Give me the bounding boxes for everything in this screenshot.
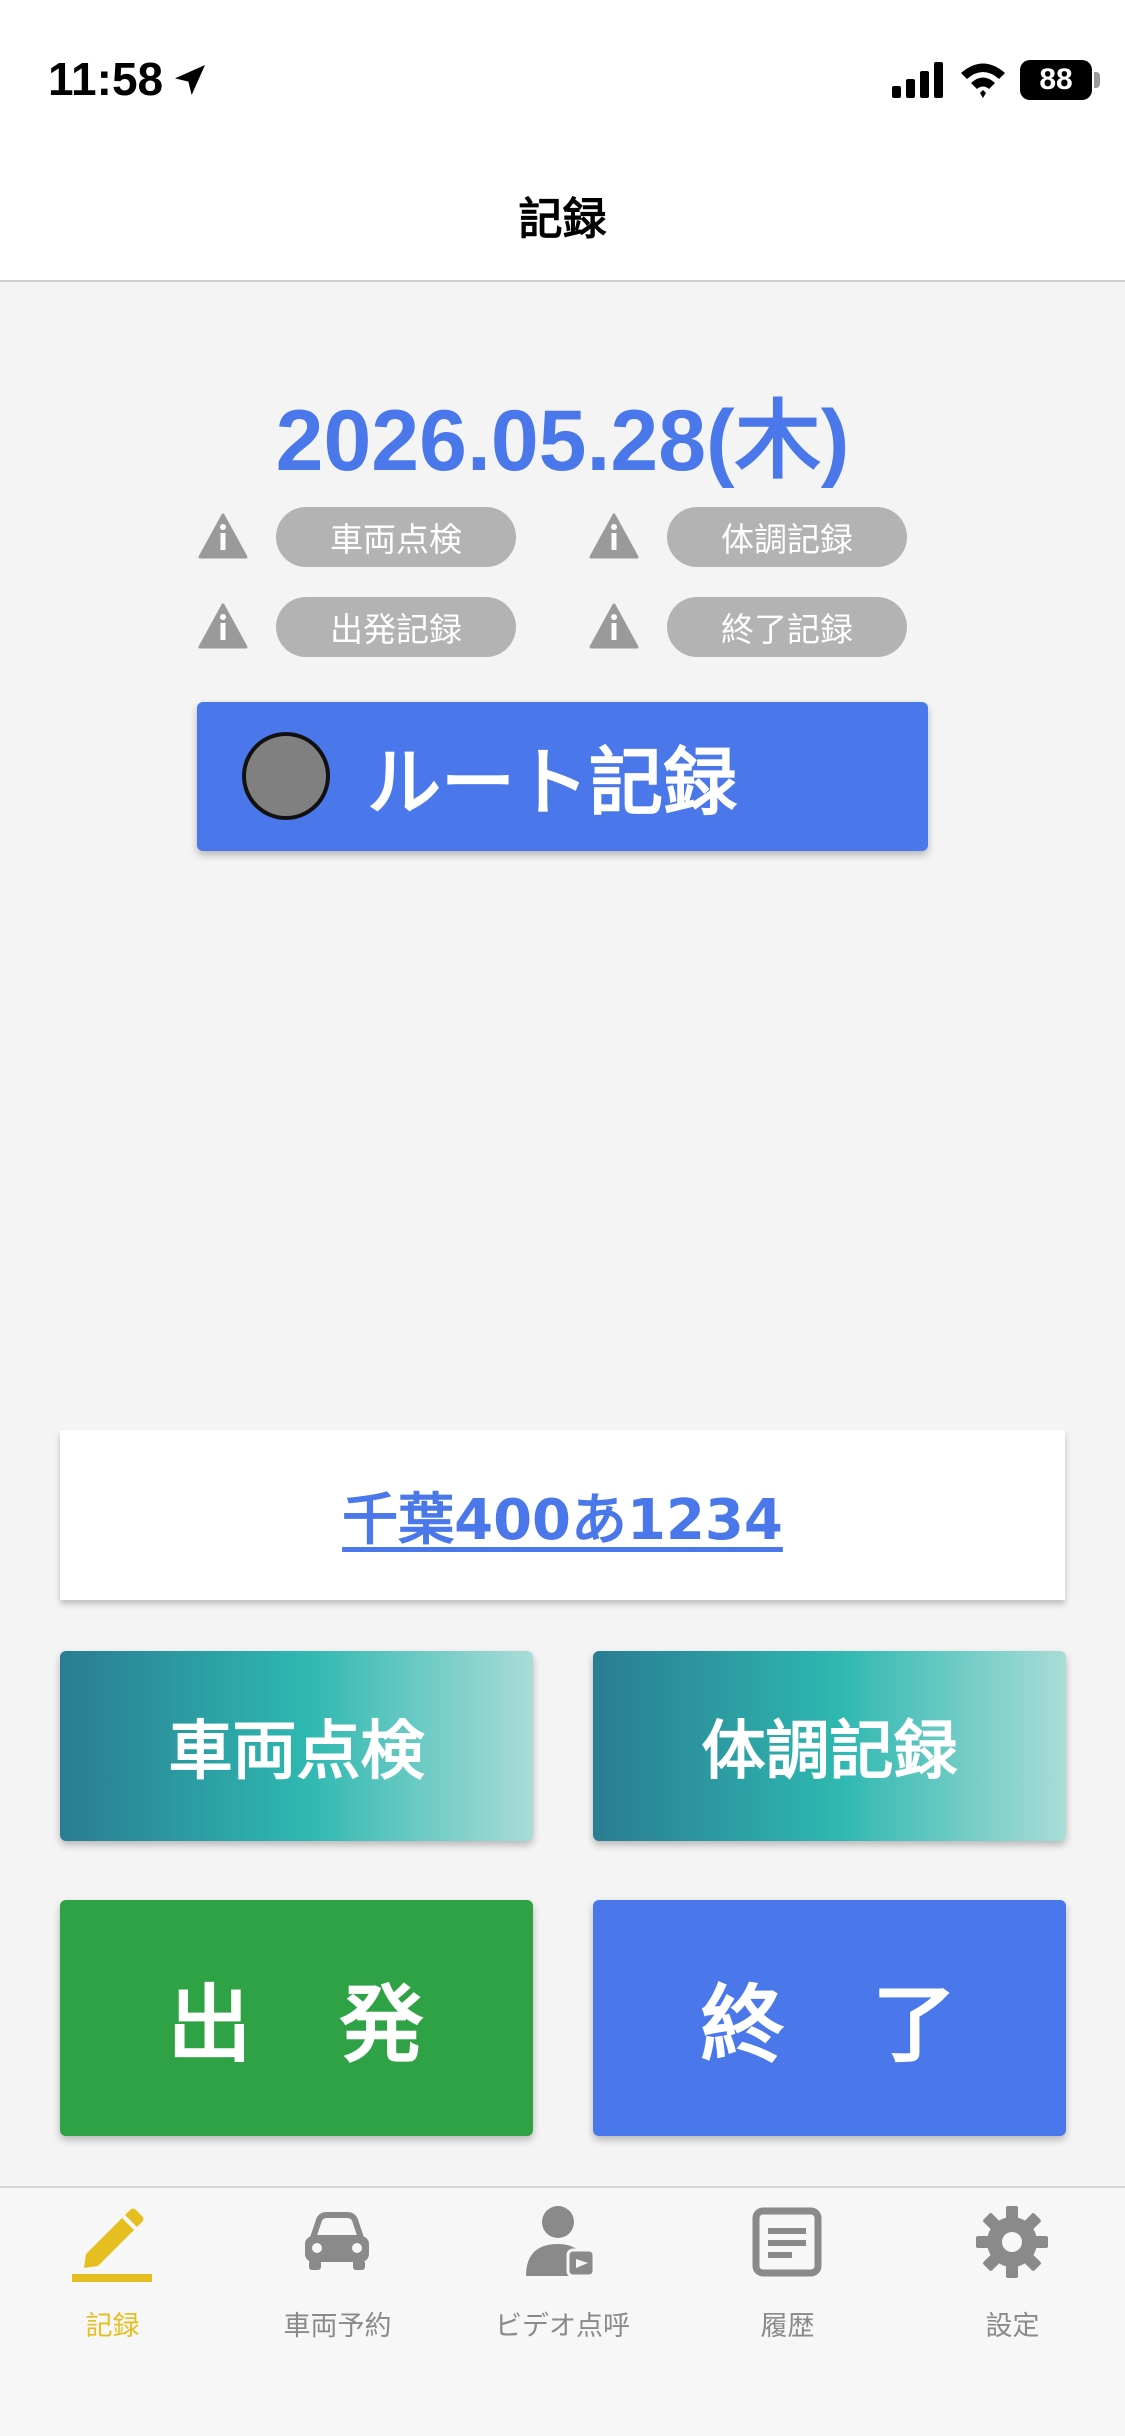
page-title: 記録 xyxy=(518,194,607,245)
depart-label: 出 発 xyxy=(167,1975,426,2074)
vehicle-plate-card: 千葉400あ1234 xyxy=(60,1430,1065,1600)
finish-label: 終 了 xyxy=(700,1975,959,2074)
tab-bar: 記録 車両予約 ビデオ点呼 履歴 設定 xyxy=(0,2186,1125,2436)
battery-cap xyxy=(1094,72,1100,88)
status-pill: 車両点検 xyxy=(276,507,516,567)
status-pill: 終了記録 xyxy=(667,597,907,657)
warning-icon xyxy=(198,603,248,649)
status-finish-record: 終了記録 xyxy=(589,597,909,657)
route-status-indicator xyxy=(242,732,330,820)
status-vehicle-check: 車両点検 xyxy=(198,507,518,567)
health-record-button[interactable]: 体調記録 xyxy=(593,1651,1066,1841)
route-record-button[interactable]: ルート記録 xyxy=(197,702,928,851)
tab-settings[interactable]: 設定 xyxy=(900,2188,1125,2388)
finish-button[interactable]: 終 了 xyxy=(593,1900,1066,2136)
status-departure-record: 出発記録 xyxy=(198,597,518,657)
warning-icon xyxy=(589,603,639,649)
tab-label: 履歴 xyxy=(760,2311,815,2342)
battery-indicator: 88 xyxy=(1020,60,1092,100)
health-record-label: 体調記録 xyxy=(701,1715,958,1789)
gear-icon xyxy=(976,2206,1048,2278)
status-pill: 出発記録 xyxy=(276,597,516,657)
nav-header: 記録 xyxy=(0,150,1125,282)
car-icon xyxy=(305,2212,369,2270)
warning-icon xyxy=(589,513,639,559)
status-pill: 体調記録 xyxy=(667,507,907,567)
video-call-person-icon xyxy=(526,2206,596,2278)
location-arrow-icon xyxy=(175,65,205,95)
depart-button[interactable]: 出 発 xyxy=(60,1900,533,2136)
tab-label: 車両予約 xyxy=(283,2311,392,2342)
pencil-icon xyxy=(72,2208,152,2282)
warning-icon xyxy=(198,513,248,559)
history-document-icon xyxy=(752,2207,822,2277)
vehicle-check-button[interactable]: 車両点検 xyxy=(60,1651,533,1841)
tab-label: 記録 xyxy=(85,2311,140,2342)
tab-video-rollcall[interactable]: ビデオ点呼 xyxy=(450,2188,675,2388)
status-time: 11:58 xyxy=(48,53,164,105)
battery-level: 88 xyxy=(1039,63,1073,96)
tab-label: 設定 xyxy=(985,2311,1040,2342)
wifi-icon xyxy=(961,63,1005,98)
tab-vehicle-reservation[interactable]: 車両予約 xyxy=(225,2188,450,2388)
status-health-record: 体調記録 xyxy=(589,507,909,567)
cellular-signal-icon xyxy=(892,62,943,98)
vehicle-check-label: 車両点検 xyxy=(168,1715,425,1789)
route-record-label: ルート記録 xyxy=(367,740,737,826)
vehicle-plate-link[interactable]: 千葉400あ1234 xyxy=(342,1475,783,1556)
tab-history[interactable]: 履歴 xyxy=(675,2188,900,2388)
tab-label: ビデオ点呼 xyxy=(495,2311,630,2342)
tab-record[interactable]: 記録 xyxy=(0,2188,225,2388)
current-date: 2026.05.28(木) xyxy=(275,393,850,489)
status-bar: 11:58 88 xyxy=(0,0,1125,150)
